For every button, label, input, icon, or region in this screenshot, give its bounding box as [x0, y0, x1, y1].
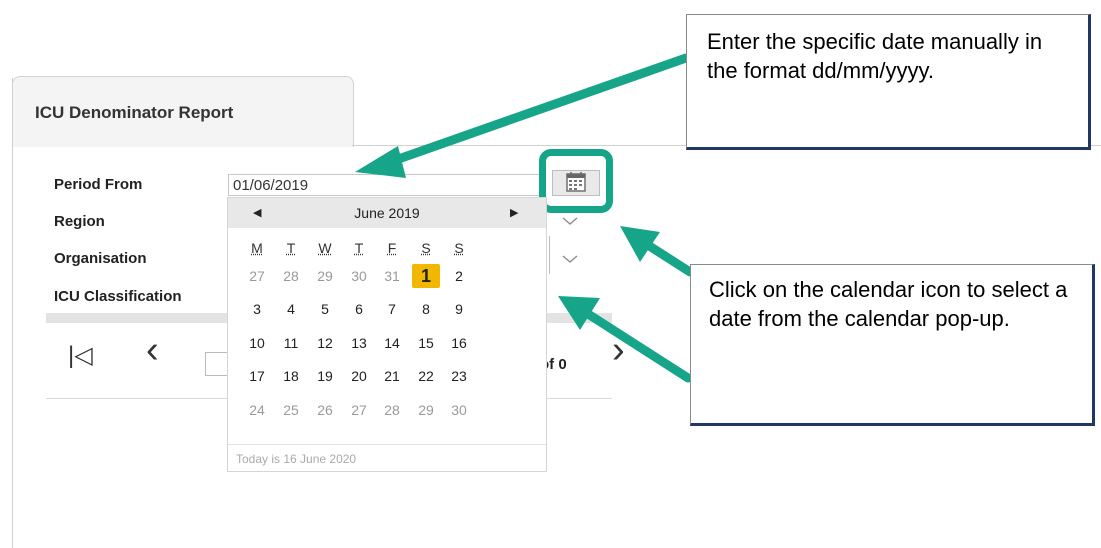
arrow-to-calendar-popup — [580, 307, 693, 383]
arrow-head-date-input — [355, 146, 406, 178]
callout-calendar-icon: Click on the calendar icon to select a d… — [690, 264, 1095, 426]
arrow-to-date-input — [385, 53, 691, 167]
callout-manual-entry: Enter the specific date manually in the … — [686, 14, 1091, 150]
